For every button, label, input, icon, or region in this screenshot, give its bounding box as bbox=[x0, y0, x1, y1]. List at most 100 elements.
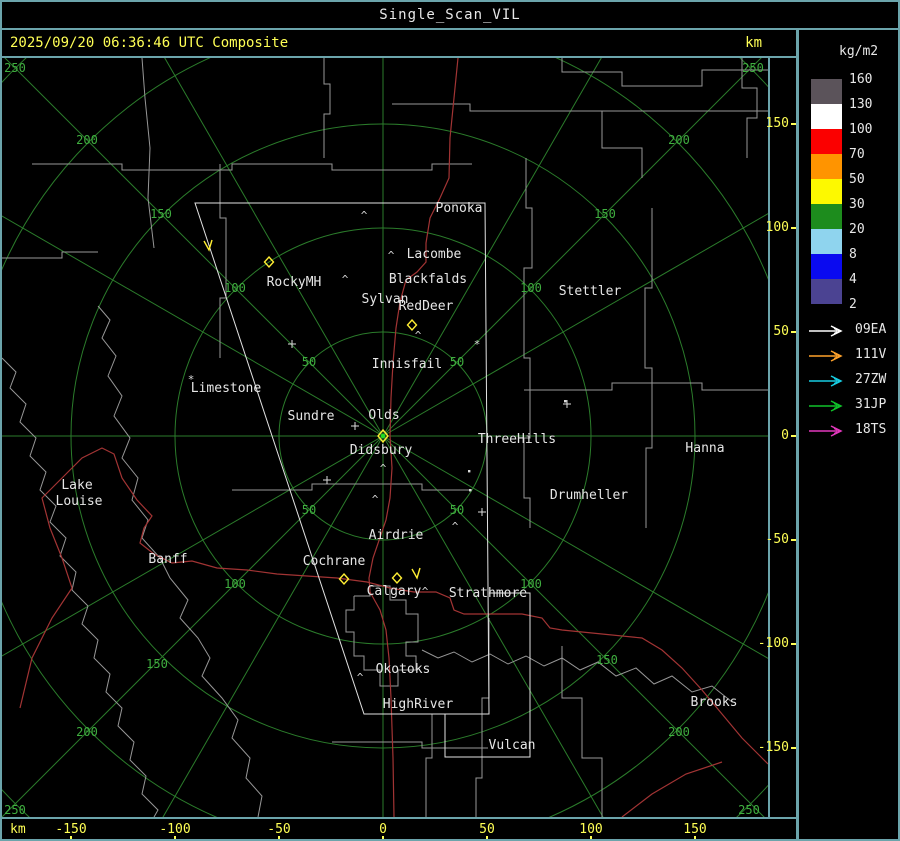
highway-line bbox=[621, 761, 723, 818]
range-radial bbox=[149, 435, 384, 839]
caret-marker: ^ bbox=[415, 329, 422, 342]
right-distance-axis: 150 100 50 0 -50 -100 -150 bbox=[758, 58, 798, 817]
colorbar-swatch bbox=[811, 79, 842, 104]
colorbar-value: 20 bbox=[849, 222, 865, 237]
radar-id-label: 09EA bbox=[855, 322, 887, 337]
bottom-axis-tick bbox=[70, 836, 72, 839]
right-axis-tick-label: -50 bbox=[765, 532, 789, 547]
city-label: Lake bbox=[61, 478, 92, 493]
radar-arrow-icon bbox=[809, 400, 843, 412]
bottom-axis-tick-label: -100 bbox=[159, 822, 191, 837]
city-label: Cochrane bbox=[303, 554, 366, 569]
dot-marker bbox=[468, 470, 471, 473]
bottom-axis-tick bbox=[174, 836, 176, 839]
caret-marker: ^ bbox=[361, 209, 368, 222]
colorbar-value: 50 bbox=[849, 172, 865, 187]
ring-distance-label: 250 bbox=[742, 61, 764, 75]
city-label: Banff bbox=[148, 552, 187, 567]
city-label: Didsbury bbox=[350, 443, 413, 458]
caret-marker: ^ bbox=[422, 585, 429, 598]
radar-legend-item: 111V bbox=[807, 348, 886, 362]
colorbar-units-label: kg/m2 bbox=[839, 44, 879, 59]
radar-map-canvas[interactable]: 50 100 150 200 250 50 100 150 200 250 50 100 150 200 2… bbox=[2, 2, 898, 839]
county-boundary bbox=[523, 158, 533, 528]
caret-marker: ^ bbox=[388, 249, 395, 262]
cell-marker-diamond bbox=[391, 571, 403, 585]
right-axis-tick-label: 100 bbox=[765, 220, 789, 235]
ring-distance-label: 150 bbox=[146, 657, 168, 671]
bottom-axis-tick-label: -50 bbox=[267, 822, 291, 837]
dot-marker bbox=[469, 489, 472, 492]
radar-id-label: 27ZW bbox=[855, 372, 887, 387]
bottom-axis-tick bbox=[486, 836, 488, 839]
city-label: Limestone bbox=[191, 381, 262, 396]
colorbar-value: 160 bbox=[849, 72, 873, 87]
right-axis-tick-label: 50 bbox=[773, 324, 789, 339]
caret-marker: ^ bbox=[452, 520, 459, 533]
city-label: RedDeer bbox=[399, 299, 454, 314]
radar-legend-item: 31JP bbox=[807, 398, 886, 412]
ring-distance-label: 250 bbox=[4, 803, 26, 817]
county-boundary bbox=[425, 714, 433, 817]
colorbar-swatch bbox=[811, 254, 842, 279]
radar-id-label: 111V bbox=[855, 347, 887, 362]
ring-distance-label: 50 bbox=[302, 503, 316, 517]
bottom-axis-tick-label: 0 bbox=[379, 822, 387, 837]
city-label: Sundre bbox=[288, 409, 335, 424]
radar-id-label: 31JP bbox=[855, 397, 887, 412]
radar-legend-item: 27ZW bbox=[807, 373, 886, 387]
legend-panel: kg/m2 160 130 100 70 50 30 20 8 4 2 09EA 111V 27ZW 3… bbox=[796, 30, 898, 839]
city-label: Airdrie bbox=[369, 528, 424, 543]
colorbar-swatch bbox=[811, 104, 842, 129]
city-label: HighRiver bbox=[383, 697, 454, 712]
ring-distance-label: 50 bbox=[450, 503, 464, 517]
city-label: Stettler bbox=[559, 284, 622, 299]
right-axis-tick-label: -100 bbox=[757, 636, 789, 651]
ring-distance-label: 50 bbox=[450, 355, 464, 369]
bottom-axis-tick bbox=[590, 836, 592, 839]
county-boundary bbox=[561, 646, 603, 817]
radar-arrow-icon bbox=[809, 350, 843, 362]
colorbar-value: 2 bbox=[849, 297, 857, 312]
bottom-axis-tick bbox=[694, 836, 696, 839]
caret-marker: ^ bbox=[342, 273, 349, 286]
colorbar-swatch bbox=[811, 129, 842, 154]
county-boundary bbox=[219, 164, 227, 358]
city-label: Vulcan bbox=[489, 738, 536, 753]
asterisk-marker: * bbox=[474, 338, 481, 351]
scan-timestamp: 2025/09/20 06:36:46 UTC Composite bbox=[10, 35, 289, 51]
dot-marker bbox=[564, 400, 567, 403]
radar-app-window: Single_Scan_VIL 2025/09/20 06:36:46 UTC … bbox=[0, 0, 900, 841]
range-radial bbox=[382, 435, 869, 717]
colorbar-value: 130 bbox=[849, 97, 873, 112]
colorbar-swatch bbox=[811, 179, 842, 204]
city-label: ThreeHills bbox=[478, 432, 556, 447]
caret-marker: ^ bbox=[357, 671, 364, 684]
city-label: Hanna bbox=[685, 441, 724, 456]
city-label: Olds bbox=[368, 408, 399, 423]
bottom-axis-tick-label: 50 bbox=[479, 822, 495, 837]
range-radial bbox=[2, 435, 384, 657]
county-boundary bbox=[32, 163, 472, 171]
right-axis-tick-label: -150 bbox=[757, 740, 789, 755]
right-axis-tick-label: 0 bbox=[781, 428, 789, 443]
county-boundary bbox=[2, 357, 159, 818]
radar-legend-item: 18TS bbox=[807, 423, 886, 437]
colorbar-value: 70 bbox=[849, 147, 865, 162]
radar-id-label: 18TS bbox=[855, 422, 887, 437]
caret-marker: ^ bbox=[372, 493, 379, 506]
city-label: Calgary bbox=[367, 584, 422, 599]
ring-distance-label: 50 bbox=[302, 355, 316, 369]
county-boundary bbox=[2, 251, 98, 259]
bottom-distance-axis: km -150 -100 -50 0 50 100 150 bbox=[2, 817, 798, 839]
radar-map-svg: 5010015020025050100150200250501001502002… bbox=[2, 2, 898, 839]
city-label: Strathmore bbox=[449, 586, 527, 601]
title-bar: Single_Scan_VIL bbox=[2, 2, 898, 30]
ring-distance-label: 200 bbox=[668, 133, 690, 147]
radar-arrow-icon bbox=[809, 425, 843, 437]
ring-distance-label: 200 bbox=[668, 725, 690, 739]
county-boundary bbox=[601, 111, 643, 178]
city-label: Louise bbox=[56, 494, 103, 509]
colorbar-value: 8 bbox=[849, 247, 857, 262]
bottom-axis-tick-label: 150 bbox=[683, 822, 707, 837]
